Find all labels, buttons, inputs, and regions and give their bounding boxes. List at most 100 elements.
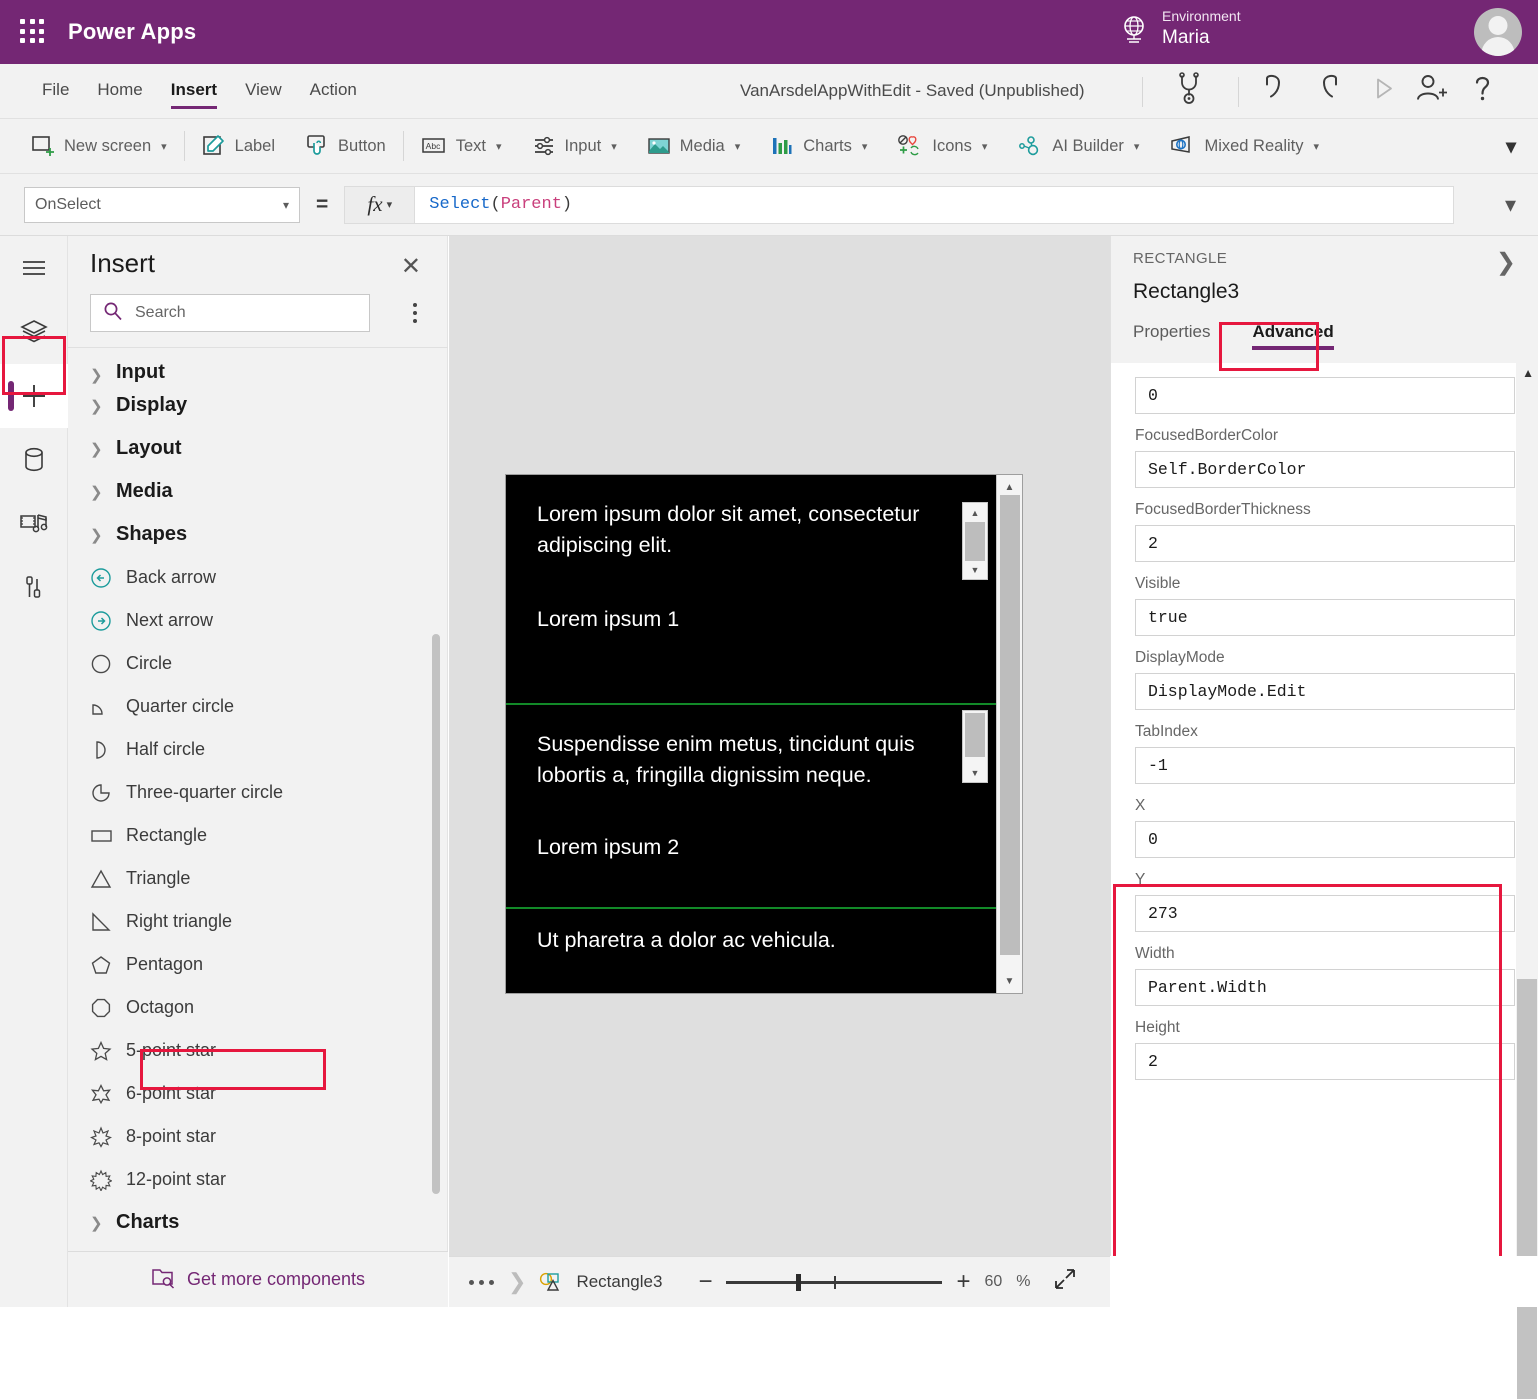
preview-play-icon[interactable] — [1367, 74, 1401, 109]
category-shapes[interactable]: ❯ Shapes — [68, 513, 448, 556]
formula-input[interactable]: Select(Parent) — [414, 186, 1454, 224]
shape-item-6-point-star[interactable]: 6-point star — [68, 1072, 448, 1115]
shape-item-12-point-star[interactable]: 12-point star — [68, 1158, 448, 1201]
ribbon-expand-chevron-down-icon[interactable]: ▾ — [1506, 134, 1516, 159]
shape-item-triangle[interactable]: Triangle — [68, 857, 448, 900]
category-input[interactable]: ❯ Input — [68, 348, 448, 384]
chevron-right-icon[interactable]: ❯ — [1496, 248, 1516, 277]
section-2-scrollbar[interactable]: ▼ — [962, 710, 988, 783]
data-sources-icon[interactable] — [0, 428, 68, 492]
redo-icon[interactable] — [1311, 73, 1351, 110]
field-input[interactable]: DisplayMode.Edit — [1135, 673, 1515, 710]
ribbon-ai-builder[interactable]: AI Builder ▾ — [1002, 127, 1154, 165]
chevron-right-icon: ❯ — [90, 1214, 116, 1232]
field-input[interactable]: 273 — [1135, 895, 1515, 932]
close-icon[interactable]: ✕ — [401, 252, 421, 281]
shape-item-half-circle[interactable]: Half circle — [68, 728, 448, 771]
environment-selector[interactable]: Environment Maria — [1120, 8, 1241, 49]
zoom-slider[interactable] — [726, 1273, 942, 1291]
scrollbar-thumb[interactable] — [1517, 979, 1537, 1399]
tab-advanced[interactable]: Advanced — [1252, 322, 1333, 350]
ribbon-media[interactable]: Media ▾ — [632, 127, 755, 165]
menu-item-home[interactable]: Home — [97, 80, 142, 103]
help-icon[interactable] — [1466, 73, 1500, 110]
insert-panel-header: Insert ✕ Search — [68, 236, 447, 348]
tab-properties[interactable]: Properties — [1133, 322, 1210, 350]
ribbon-text[interactable]: Abc Text ▾ — [406, 127, 517, 165]
undo-icon[interactable] — [1258, 73, 1298, 110]
advanced-tools-icon[interactable] — [0, 556, 68, 620]
minus-icon[interactable]: − — [698, 1270, 712, 1294]
field-input[interactable]: 0 — [1135, 821, 1515, 858]
chevron-down-icon[interactable]: ▼ — [963, 763, 987, 782]
chevron-up-icon[interactable]: ▲ — [963, 503, 987, 522]
fx-button[interactable]: fx ▾ — [344, 186, 414, 224]
property-dropdown[interactable]: OnSelect ▾ — [24, 187, 300, 223]
screen-scrollbar[interactable]: ▲ ▼ — [996, 475, 1022, 993]
formula-function: Select — [429, 195, 490, 214]
menu-item-insert[interactable]: Insert — [171, 80, 217, 103]
plus-icon[interactable]: + — [956, 1270, 970, 1294]
ribbon-mixed-reality[interactable]: Mixed Reality ▾ — [1154, 127, 1334, 165]
ribbon-charts[interactable]: Charts ▾ — [755, 127, 882, 165]
shape-item-pentagon[interactable]: Pentagon — [68, 943, 448, 986]
shape-item-right-triangle[interactable]: Right triangle — [68, 900, 448, 943]
hamburger-menu-icon[interactable] — [0, 236, 68, 300]
ribbon-label-button[interactable]: Label — [187, 127, 290, 165]
menu-item-view[interactable]: View — [245, 80, 282, 103]
user-avatar[interactable] — [1474, 8, 1522, 56]
field-input[interactable]: Self.BorderColor — [1135, 451, 1515, 488]
more-dots-icon[interactable] — [469, 1280, 494, 1285]
scrollbar-thumb[interactable] — [965, 522, 985, 561]
chevron-down-icon[interactable]: ▼ — [963, 560, 987, 579]
category-charts[interactable]: ❯ Charts — [68, 1201, 448, 1244]
field-input[interactable]: 2 — [1135, 1043, 1515, 1080]
media-icon[interactable] — [0, 492, 68, 556]
get-more-components-button[interactable]: Get more components — [68, 1251, 448, 1307]
category-display[interactable]: ❯ Display — [68, 384, 448, 427]
tree-view-layers-icon[interactable] — [0, 300, 68, 364]
more-options-icon[interactable] — [402, 296, 428, 330]
field-input[interactable]: Parent.Width — [1135, 969, 1515, 1006]
ribbon-input[interactable]: Input ▾ — [517, 127, 632, 165]
category-layout[interactable]: ❯ Layout — [68, 427, 448, 470]
menu-item-file[interactable]: File — [42, 80, 69, 103]
scrollbar-thumb[interactable] — [965, 713, 985, 757]
shape-item-back-arrow[interactable]: Back arrow — [68, 556, 448, 599]
shape-item-next-arrow[interactable]: Next arrow — [68, 599, 448, 642]
ribbon-new-screen[interactable]: New screen ▾ — [16, 127, 182, 165]
app-canvas[interactable]: Lorem ipsum dolor sit amet, consectetur … — [449, 236, 1110, 1256]
app-screen-preview[interactable]: Lorem ipsum dolor sit amet, consectetur … — [505, 474, 1023, 994]
insert-panel-scrollbar[interactable] — [432, 634, 440, 1194]
slider-thumb[interactable] — [796, 1274, 801, 1291]
shape-item-octagon[interactable]: Octagon — [68, 986, 448, 1029]
chevron-up-icon[interactable]: ▲ — [1522, 366, 1534, 380]
insert-plus-icon[interactable] — [0, 364, 68, 428]
shape-label: 5-point star — [126, 1040, 216, 1061]
search-input[interactable]: Search — [90, 294, 370, 332]
field-input[interactable]: 2 — [1135, 525, 1515, 562]
ribbon-button-button[interactable]: Button — [290, 127, 401, 165]
section-1-scrollbar[interactable]: ▲ ▼ — [962, 502, 988, 580]
shape-item-rectangle[interactable]: Rectangle — [68, 814, 448, 857]
shape-item-8-point-star[interactable]: 8-point star — [68, 1115, 448, 1158]
menu-item-action[interactable]: Action — [310, 80, 357, 103]
app-checker-icon[interactable] — [1170, 72, 1210, 111]
chevron-up-icon[interactable]: ▲ — [997, 477, 1022, 497]
shape-item-three-quarter-circle[interactable]: Three-quarter circle — [68, 771, 448, 814]
category-media[interactable]: ❯ Media — [68, 470, 448, 513]
shape-item-5-point-star[interactable]: 5-point star — [68, 1029, 448, 1072]
shape-item-circle[interactable]: Circle — [68, 642, 448, 685]
ribbon-icons[interactable]: Icons ▾ — [882, 127, 1002, 165]
field-input[interactable]: true — [1135, 599, 1515, 636]
share-user-icon[interactable] — [1412, 73, 1450, 110]
shape-item-quarter-circle[interactable]: Quarter circle — [68, 685, 448, 728]
field-input[interactable]: -1 — [1135, 747, 1515, 784]
chevron-down-icon[interactable]: ▼ — [997, 971, 1022, 991]
field-input[interactable]: 0 — [1135, 377, 1515, 414]
formula-bar-collapse-chevron-down-icon[interactable]: ▾ — [1505, 192, 1516, 218]
properties-panel-scrollbar[interactable] — [1516, 363, 1538, 1307]
scrollbar-thumb[interactable] — [1000, 495, 1020, 955]
expand-diagonal-icon[interactable] — [1053, 1267, 1077, 1297]
app-launcher-icon[interactable] — [20, 19, 46, 45]
